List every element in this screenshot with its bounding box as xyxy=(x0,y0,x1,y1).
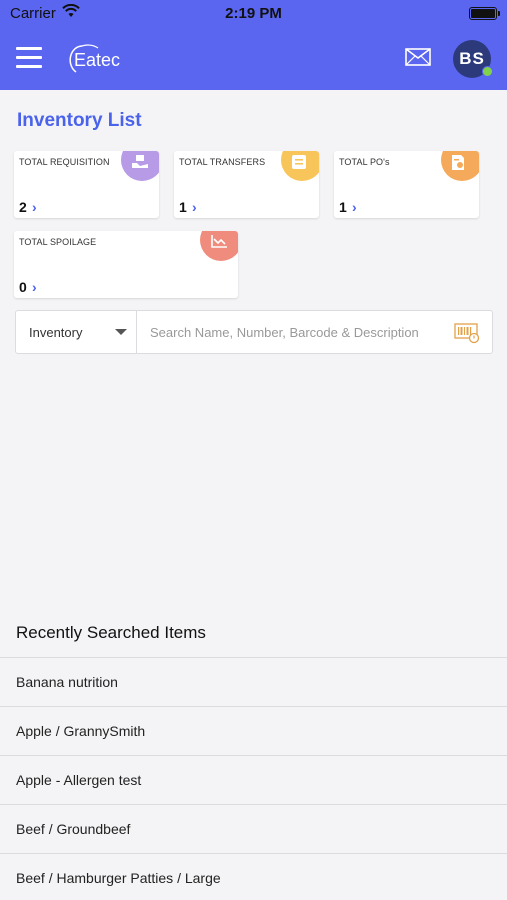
card-count: 2 xyxy=(19,199,27,215)
total-requisition-card[interactable]: TOTAL REQUISITION 2 › xyxy=(14,151,159,218)
inventory-type-dropdown[interactable]: Inventory xyxy=(16,311,137,353)
list-item[interactable]: Beef / Groundbeef xyxy=(0,804,507,853)
chevron-right-icon: › xyxy=(32,279,37,295)
search-input[interactable] xyxy=(140,312,450,352)
chevron-right-icon: › xyxy=(32,199,37,215)
mail-icon[interactable] xyxy=(403,45,433,69)
caret-down-icon xyxy=(115,329,127,335)
list-item[interactable]: Beef / Hamburger Patties / Large xyxy=(0,853,507,900)
spoilage-chart-icon xyxy=(200,231,238,261)
search-bar: Inventory xyxy=(15,310,493,354)
chevron-right-icon: › xyxy=(192,199,197,215)
status-bar: Carrier 2:19 PM xyxy=(0,0,507,28)
card-label: TOTAL REQUISITION xyxy=(19,157,110,167)
card-count: 0 xyxy=(19,279,27,295)
list-item[interactable]: Apple / GrannySmith xyxy=(0,706,507,755)
card-label: TOTAL PO's xyxy=(339,157,390,167)
app-bar: Eatec BS xyxy=(0,28,507,90)
recent-searches-title: Recently Searched Items xyxy=(16,623,206,642)
list-item[interactable]: Apple - Allergen test xyxy=(0,755,507,804)
total-spoilage-card[interactable]: TOTAL SPOILAGE 0 › xyxy=(14,231,238,298)
total-transfers-card[interactable]: TOTAL TRANSFERS 1 › xyxy=(174,151,319,218)
card-count: 1 xyxy=(179,199,187,215)
menu-icon[interactable] xyxy=(16,47,42,69)
transfer-icon xyxy=(281,151,319,181)
card-count: 1 xyxy=(339,199,347,215)
recent-searches-list: Banana nutrition Apple / GrannySmith App… xyxy=(0,657,507,900)
list-item[interactable]: Banana nutrition xyxy=(0,657,507,706)
card-label: TOTAL SPOILAGE xyxy=(19,237,97,247)
barcode-scan-icon[interactable] xyxy=(454,322,480,344)
logo-text: Eatec xyxy=(74,50,121,70)
page-title: Inventory List xyxy=(17,110,142,131)
dropdown-value: Inventory xyxy=(29,325,83,340)
purchase-order-icon xyxy=(441,151,479,181)
total-pos-card[interactable]: TOTAL PO's 1 › xyxy=(334,151,479,218)
battery-icon xyxy=(469,7,500,20)
card-label: TOTAL TRANSFERS xyxy=(179,157,266,167)
clock: 2:19 PM xyxy=(225,5,282,22)
chevron-right-icon: › xyxy=(352,199,357,215)
requisition-icon xyxy=(121,151,159,181)
online-status-dot xyxy=(482,66,493,77)
